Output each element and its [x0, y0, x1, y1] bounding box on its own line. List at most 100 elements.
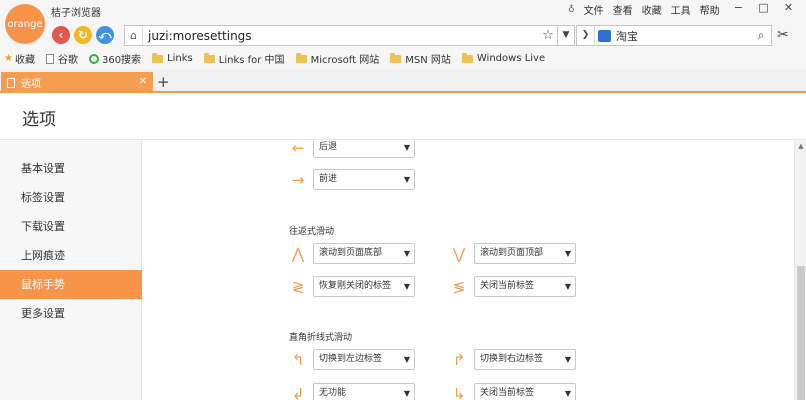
bookmark-microsoft[interactable]: Microsoft 网站: [295, 51, 379, 66]
window-controls: − □ ✕: [726, 1, 801, 14]
page-icon: [45, 53, 54, 64]
user-icon[interactable]: ♁: [568, 5, 575, 15]
bookmark-msn[interactable]: MSN 网站: [390, 51, 451, 66]
new-tab-button[interactable]: +: [157, 73, 170, 91]
folder-icon: [390, 52, 402, 63]
bookmark-windows-live[interactable]: Windows Live: [461, 52, 545, 64]
scrollbar-thumb[interactable]: [797, 266, 805, 400]
gesture-row: ⋀ 滚动到页面底部 ▼: [288, 243, 448, 265]
gesture-row: ≷ 恢复刚关闭的标签 ▼: [288, 276, 448, 298]
dropdown-caret-icon: ▼: [564, 355, 571, 364]
gesture-select[interactable]: 滚动到页面顶部 ▼: [474, 243, 576, 264]
folder-icon: [152, 52, 164, 63]
home-button[interactable]: ⤺: [96, 26, 114, 44]
gesture-up-left-icon: ↰: [291, 351, 305, 369]
address-input[interactable]: juzi:moresettings: [143, 29, 539, 43]
close-button[interactable]: ✕: [776, 1, 801, 14]
folder-icon: [203, 52, 215, 63]
gesture-settings: ← 后退 ▼ → 前进 ▼ 往返式滑动 ⋀ 滚动到页面底部 ▼ ⋁ 滚动到页面顶部 ▼ …: [143, 140, 794, 400]
gesture-select[interactable]: 无功能 ▼: [313, 383, 415, 400]
bookmark-links-china[interactable]: Links for 中国: [203, 51, 285, 66]
gesture-select[interactable]: 前进 ▼: [313, 169, 415, 190]
sidebar-item-more[interactable]: 更多设置: [0, 299, 142, 328]
bookmarks-bar: ★ 收藏 谷歌 360搜索 Links Links for 中国 Microso…: [0, 48, 806, 69]
gesture-right-left-icon: ≷: [291, 278, 305, 296]
gesture-left-right-icon: ≶: [452, 278, 466, 296]
refresh-button[interactable]: ↻: [74, 26, 92, 44]
gesture-select[interactable]: 恢复刚关闭的标签 ▼: [313, 276, 415, 297]
gesture-row: ↰ 切换到左边标签 ▼: [288, 349, 448, 371]
360-icon: [88, 53, 99, 64]
menu-favorites[interactable]: 收藏: [642, 2, 662, 17]
gesture-row: ⋁ 滚动到页面顶部 ▼: [449, 243, 609, 265]
sidebar-item-tabs[interactable]: 标签设置: [0, 183, 142, 212]
gesture-select[interactable]: 切换到右边标签 ▼: [474, 349, 576, 370]
tab-close-icon[interactable]: ✕: [139, 76, 147, 87]
home-page-icon[interactable]: ⌂: [125, 26, 143, 45]
sidebar-item-basic[interactable]: 基本设置: [0, 154, 142, 183]
title-bar: orange 桔子浏览器 ‹ ↻ ⤺ ♁ 文件 查看 收藏 工具 帮助 − □ …: [0, 0, 806, 48]
address-bar[interactable]: ⌂ juzi:moresettings ☆: [124, 25, 558, 46]
options-header: 选项: [0, 95, 806, 140]
gesture-select[interactable]: 后退 ▼: [313, 140, 415, 158]
gesture-row: ↱ 切换到右边标签 ▼: [449, 349, 609, 371]
gesture-select[interactable]: 关闭当前标签 ▼: [474, 383, 576, 400]
gesture-select[interactable]: 关闭当前标签 ▼: [474, 276, 576, 297]
section-rightangle-label: 直角折线式滑动: [289, 333, 353, 343]
search-icon[interactable]: ⌕: [751, 28, 771, 43]
gesture-row: ↲ 无功能 ▼: [288, 383, 448, 400]
tab-page-icon: [7, 77, 15, 88]
dropdown-caret-icon: ▼: [564, 282, 571, 291]
gesture-down-right-icon: ↳: [452, 385, 466, 400]
gesture-down-left-icon: ↲: [291, 385, 305, 400]
favorites-star-icon: ★: [4, 53, 13, 64]
dropdown-caret-icon: ▼: [403, 175, 410, 184]
bookmark-star-icon[interactable]: ☆: [539, 28, 557, 43]
menu-tools[interactable]: 工具: [671, 2, 691, 17]
dropdown-caret-icon: ▼: [403, 282, 410, 291]
scissors-icon[interactable]: ✂: [777, 27, 789, 43]
search-engine-label[interactable]: 淘宝: [611, 28, 751, 44]
dropdown-caret-icon: ▼: [403, 355, 410, 364]
options-sidebar: 基本设置 标签设置 下载设置 上网痕迹 鼠标手势 更多设置: [0, 140, 142, 400]
gesture-row: ← 后退 ▼: [288, 140, 448, 159]
menu-view[interactable]: 查看: [613, 2, 633, 17]
gesture-row: → 前进 ▼: [288, 169, 448, 191]
gesture-up-right-icon: ↱: [452, 351, 466, 369]
search-go-icon[interactable]: ❯: [577, 26, 595, 45]
menu-bar: ♁ 文件 查看 收藏 工具 帮助: [568, 2, 729, 18]
back-button[interactable]: ‹: [52, 26, 70, 44]
sidebar-item-download[interactable]: 下载设置: [0, 212, 142, 241]
menu-file[interactable]: 文件: [584, 2, 604, 17]
gesture-down-up-icon: ⋁: [452, 245, 466, 263]
sidebar-item-mouse-gestures[interactable]: 鼠标手势: [0, 270, 142, 299]
search-box[interactable]: ❯ 淘宝 ⌕: [576, 25, 772, 46]
gesture-up-down-icon: ⋀: [291, 245, 305, 263]
tab-options[interactable]: 选项 ✕: [1, 72, 153, 93]
gesture-select[interactable]: 滚动到页面底部 ▼: [313, 243, 415, 264]
sidebar-item-history[interactable]: 上网痕迹: [0, 241, 142, 270]
folder-icon: [295, 52, 307, 63]
bookmark-google[interactable]: 谷歌: [45, 51, 78, 66]
dropdown-caret-icon: ▼: [403, 143, 410, 152]
address-dropdown-icon[interactable]: ▼: [558, 25, 575, 46]
tab-strip: 选项 ✕ +: [0, 69, 806, 93]
app-title: 桔子浏览器: [51, 8, 101, 19]
dropdown-caret-icon: ▼: [564, 389, 571, 398]
gesture-left-icon: ←: [291, 140, 305, 157]
folder-icon: [461, 52, 473, 63]
favorites-button[interactable]: ★ 收藏: [4, 51, 35, 66]
bookmark-links[interactable]: Links: [152, 52, 193, 64]
menu-help[interactable]: 帮助: [700, 2, 720, 17]
gesture-row: ↳ 关闭当前标签 ▼: [449, 383, 609, 400]
gesture-right-icon: →: [291, 171, 305, 189]
browser-logo: orange: [5, 4, 45, 44]
maximize-button[interactable]: □: [751, 1, 776, 14]
scrollbar[interactable]: ▲: [794, 140, 806, 400]
bookmark-360[interactable]: 360搜索: [88, 51, 141, 66]
scroll-up-icon[interactable]: ▲: [795, 140, 806, 152]
page-title: 选项: [22, 110, 56, 130]
minimize-button[interactable]: −: [726, 1, 751, 14]
search-engine-icon[interactable]: [598, 29, 611, 42]
gesture-select[interactable]: 切换到左边标签 ▼: [313, 349, 415, 370]
